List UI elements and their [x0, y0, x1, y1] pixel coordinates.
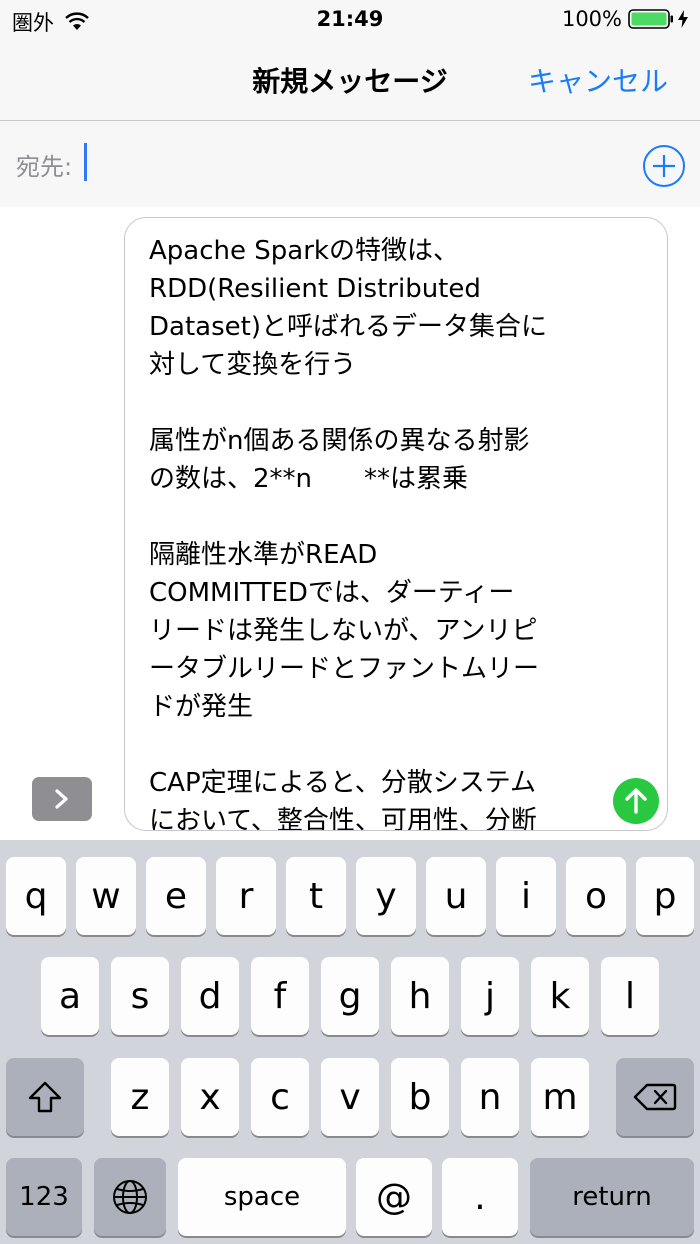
key-o[interactable]: o — [566, 857, 626, 935]
return-key[interactable]: return — [530, 1158, 694, 1236]
plus-circle-icon[interactable] — [642, 144, 686, 188]
status-left: 圏外 — [12, 7, 90, 37]
carrier-label: 圏外 — [12, 11, 54, 35]
key-t[interactable]: t — [286, 857, 346, 935]
key-d[interactable]: d — [181, 957, 239, 1035]
key-l[interactable]: l — [601, 957, 659, 1035]
space-key[interactable]: space — [178, 1158, 346, 1236]
key-a[interactable]: a — [41, 957, 99, 1035]
globe-icon — [113, 1180, 147, 1214]
key-s[interactable]: s — [111, 957, 169, 1035]
message-text[interactable]: Apache Sparkの特徴は、 RDD(Resilient Distribu… — [149, 232, 609, 830]
cancel-button[interactable]: キャンセル — [528, 60, 668, 100]
key-u[interactable]: u — [426, 857, 486, 935]
shift-key[interactable] — [6, 1058, 84, 1136]
period-key[interactable]: . — [442, 1158, 518, 1236]
key-m[interactable]: m — [531, 1058, 589, 1136]
key-g[interactable]: g — [321, 957, 379, 1035]
key-b[interactable]: b — [391, 1058, 449, 1136]
key-k[interactable]: k — [531, 957, 589, 1035]
key-r[interactable]: r — [216, 857, 276, 935]
key-w[interactable]: w — [76, 857, 136, 935]
keyboard: q w e r t y u i o p a s d f g h j k l z … — [0, 840, 700, 1244]
message-area: Apache Sparkの特徴は、 RDD(Resilient Distribu… — [0, 207, 700, 840]
recipient-row: 宛先: — [0, 121, 700, 207]
wifi-icon — [65, 12, 89, 30]
key-i[interactable]: i — [496, 857, 556, 935]
text-caret — [84, 143, 87, 181]
backspace-icon — [633, 1083, 677, 1111]
key-c[interactable]: c — [251, 1058, 309, 1136]
key-h[interactable]: h — [391, 957, 449, 1035]
shift-arrow-icon — [28, 1081, 62, 1113]
delete-key[interactable] — [616, 1058, 694, 1136]
key-f[interactable]: f — [251, 957, 309, 1035]
battery-icon — [628, 9, 673, 29]
globe-key[interactable] — [94, 1158, 166, 1236]
recipient-label: 宛先: — [16, 153, 73, 181]
key-z[interactable]: z — [111, 1058, 169, 1136]
status-right: 100% — [562, 7, 688, 31]
key-y[interactable]: y — [356, 857, 416, 935]
key-n[interactable]: n — [461, 1058, 519, 1136]
chevron-right-icon — [55, 789, 68, 809]
key-q[interactable]: q — [6, 857, 66, 935]
nav-bar: 新規メッセージ キャンセル — [0, 40, 700, 120]
recipient-input[interactable] — [84, 141, 614, 185]
send-button[interactable] — [613, 778, 659, 824]
key-p[interactable]: p — [636, 857, 694, 935]
numbers-key[interactable]: 123 — [6, 1158, 82, 1236]
arrow-up-icon — [625, 788, 647, 814]
status-bar: 圏外 21:49 100% — [0, 0, 700, 40]
key-x[interactable]: x — [181, 1058, 239, 1136]
message-compose-field[interactable]: Apache Sparkの特徴は、 RDD(Resilient Distribu… — [124, 217, 668, 831]
key-e[interactable]: e — [146, 857, 206, 935]
key-v[interactable]: v — [321, 1058, 379, 1136]
key-j[interactable]: j — [461, 957, 519, 1035]
charging-bolt-icon — [678, 10, 688, 28]
at-key[interactable]: @ — [356, 1158, 432, 1236]
expand-apps-button[interactable] — [32, 777, 92, 821]
battery-percent: 100% — [561, 7, 622, 31]
